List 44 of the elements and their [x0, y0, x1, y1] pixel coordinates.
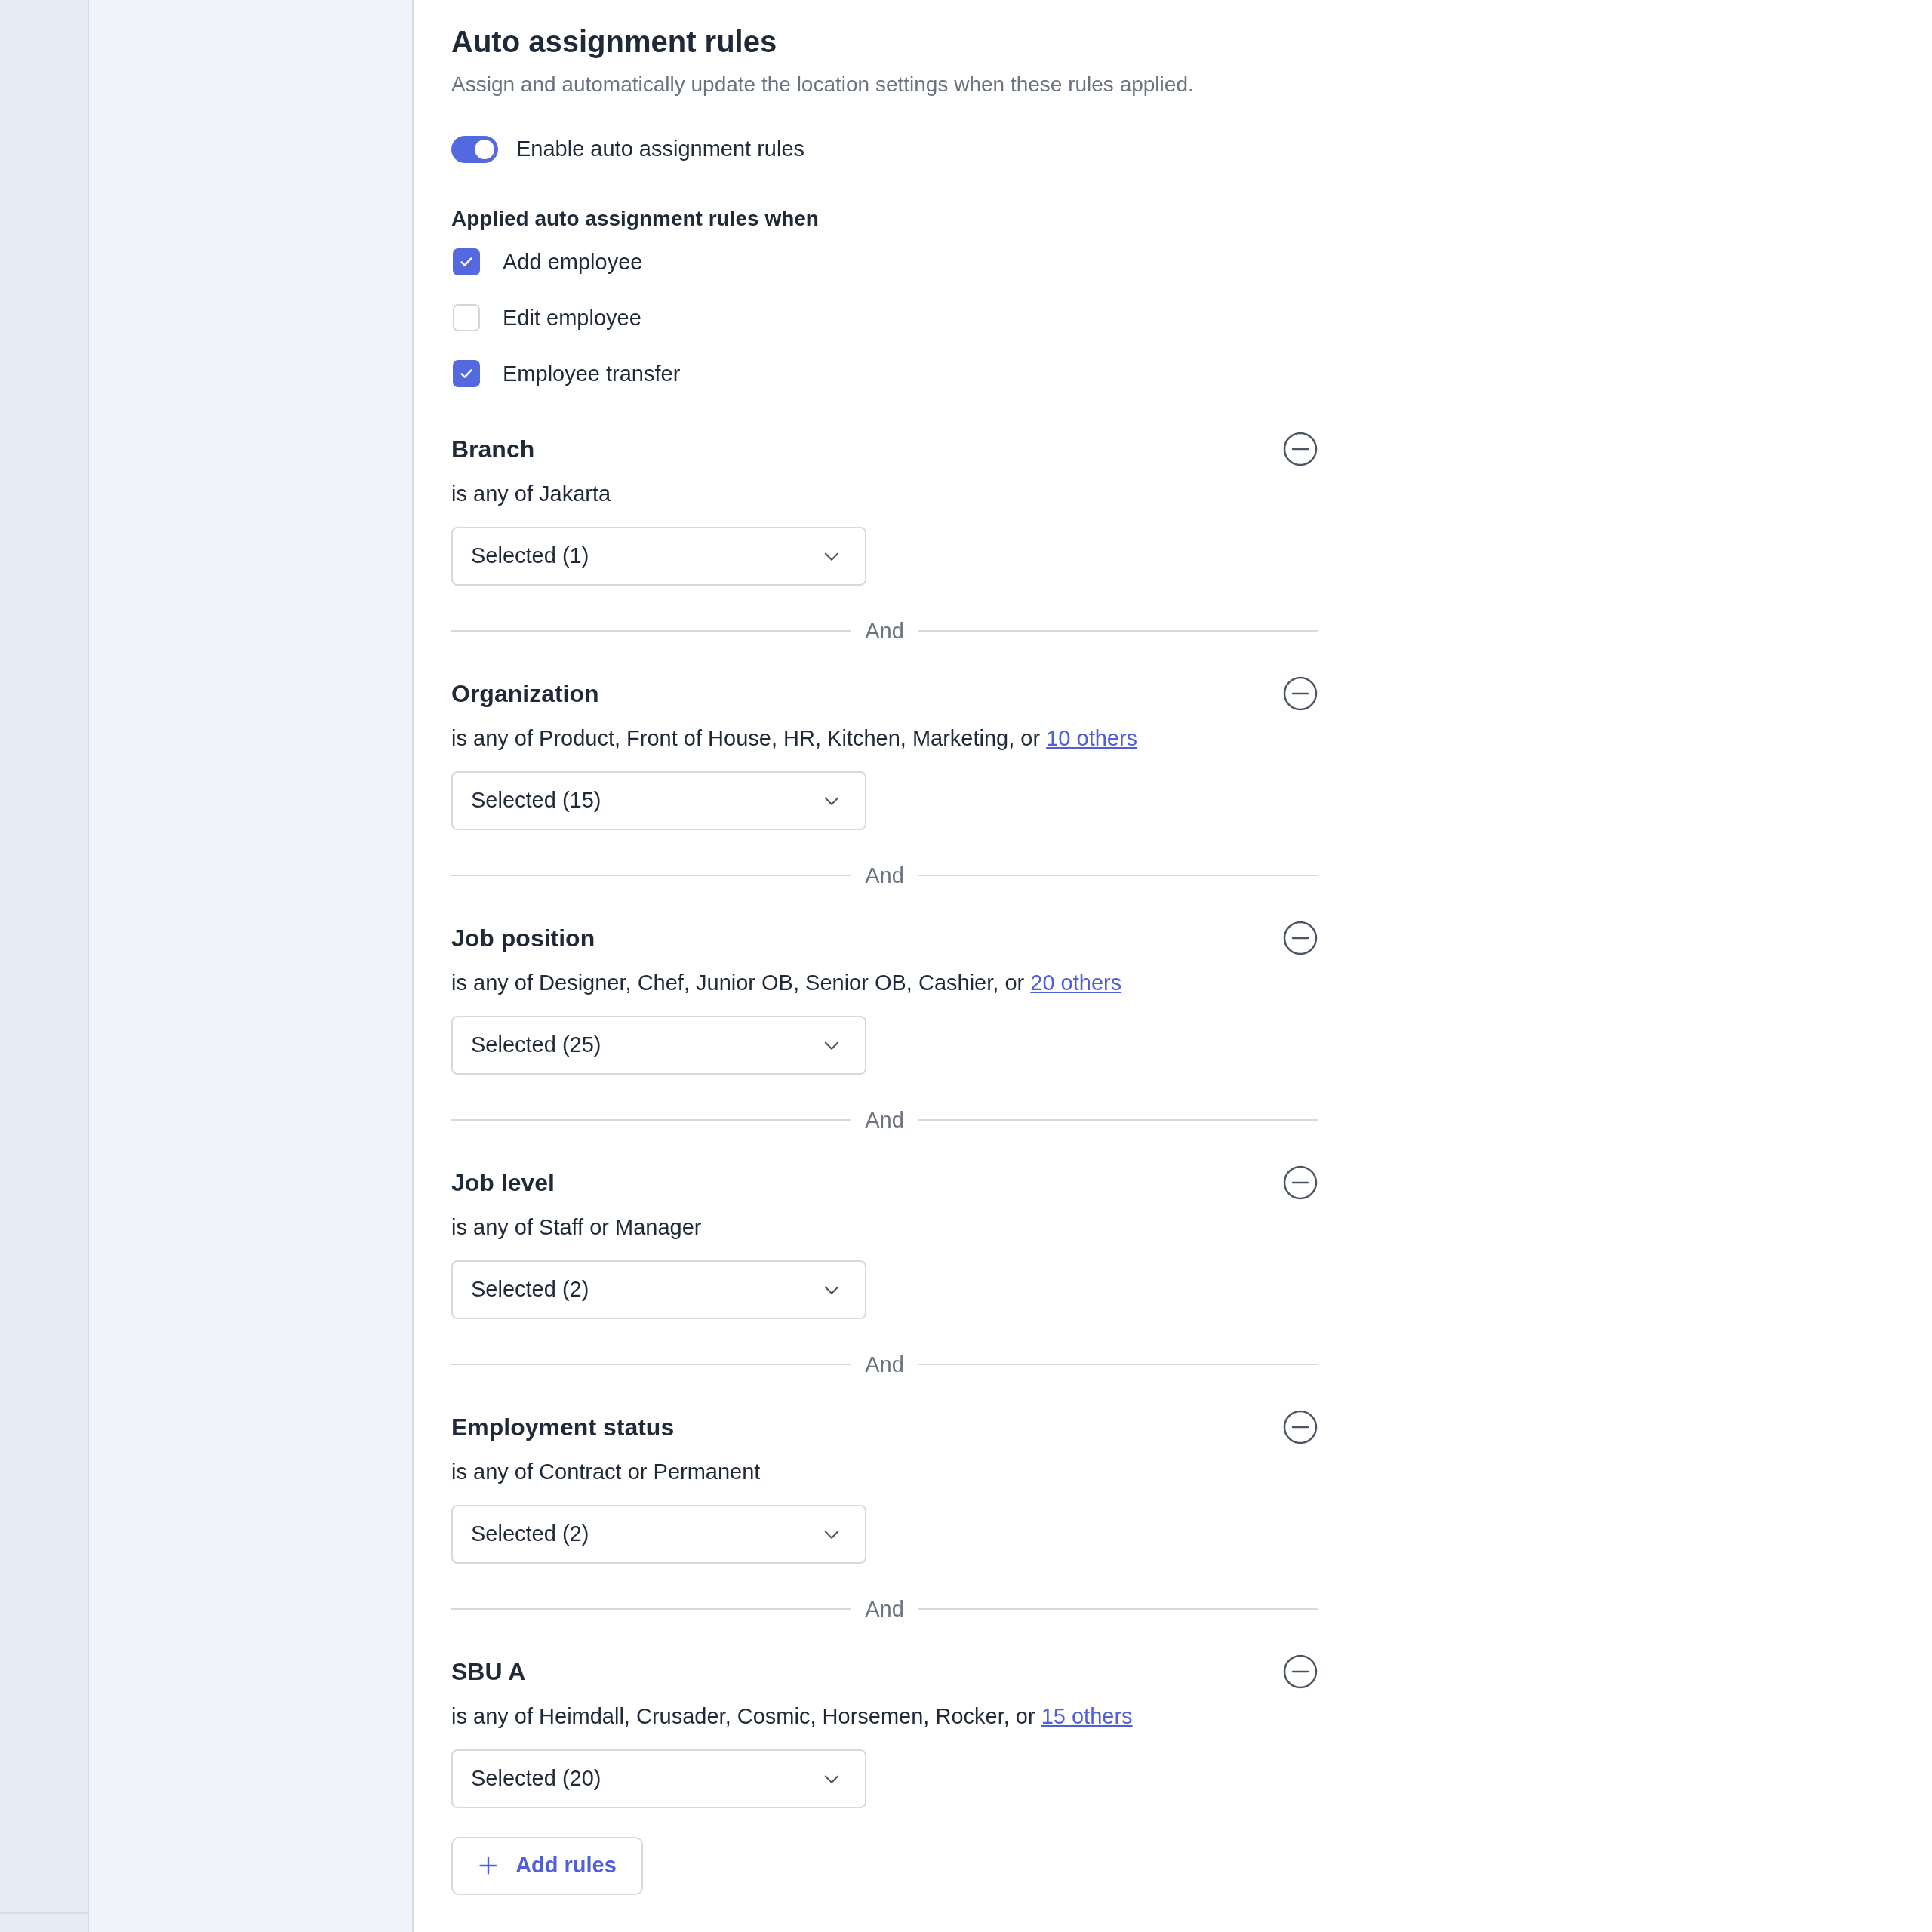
- separator-label: And: [865, 617, 904, 645]
- select-dropdown[interactable]: Selected (2): [451, 1504, 866, 1564]
- rule-title: Job position: [451, 923, 595, 953]
- separator-label: And: [865, 1595, 904, 1623]
- select-dropdown[interactable]: Selected (2): [451, 1260, 866, 1319]
- rule-description: is any of Product, Front of House, HR, Kitchen, Marketing, or 10 others: [451, 724, 1139, 752]
- others-link[interactable]: 20 others: [1030, 970, 1122, 995]
- add-rules-button[interactable]: Add rules: [451, 1836, 643, 1895]
- page-title: Auto assignment rules: [451, 24, 778, 60]
- conditions-heading: Applied auto assignment rules when: [451, 205, 820, 232]
- page-subtitle: Assign and automatically update the location settings when these rules applied.: [451, 72, 1195, 97]
- remove-icon[interactable]: [1283, 1409, 1318, 1444]
- rule-title: Employment status: [451, 1412, 675, 1442]
- remove-icon[interactable]: [1283, 431, 1318, 466]
- remove-icon[interactable]: [1283, 675, 1318, 711]
- toggle-label: Enable auto assignment rules: [516, 136, 805, 162]
- separator-label: And: [865, 1351, 904, 1378]
- checkbox-label: Edit employee: [503, 304, 641, 331]
- remove-icon[interactable]: [1283, 1164, 1318, 1200]
- rule-title: Organization: [451, 678, 599, 709]
- rule-description: is any of Contract or Permanent: [451, 1458, 761, 1485]
- rule-title: SBU A: [451, 1657, 526, 1687]
- rule-title: Job level: [451, 1168, 555, 1198]
- checkbox-label: Add employee: [503, 248, 643, 275]
- rule-title: Branch: [451, 434, 535, 464]
- checkbox[interactable]: [453, 303, 480, 331]
- rule-description: is any of Staff or Manager: [451, 1214, 703, 1241]
- remove-icon[interactable]: [1283, 1654, 1318, 1689]
- rule-description: is any of Jakarta: [451, 480, 612, 507]
- select-dropdown[interactable]: Selected (20): [451, 1749, 866, 1808]
- rule-description: is any of Heimdall, Crusader, Cosmic, Horsemen, Rocker, or 15 others: [451, 1703, 1134, 1730]
- toggle-switch[interactable]: [451, 135, 498, 163]
- select-dropdown[interactable]: Selected (15): [451, 771, 866, 830]
- select-dropdown[interactable]: Selected (1): [451, 526, 866, 586]
- checkbox[interactable]: [453, 248, 480, 275]
- select-dropdown[interactable]: Selected (25): [451, 1015, 866, 1075]
- separator-label: And: [865, 1106, 904, 1134]
- rule-description: is any of Designer, Chef, Junior OB, Senior OB, Cashier, or 20 others: [451, 969, 1123, 996]
- checkbox-label: Employee transfer: [503, 360, 681, 387]
- separator-label: And: [865, 862, 904, 889]
- others-link[interactable]: 10 others: [1046, 725, 1138, 750]
- others-link[interactable]: 15 others: [1041, 1703, 1133, 1728]
- remove-icon[interactable]: [1283, 920, 1318, 955]
- checkbox[interactable]: [453, 359, 480, 387]
